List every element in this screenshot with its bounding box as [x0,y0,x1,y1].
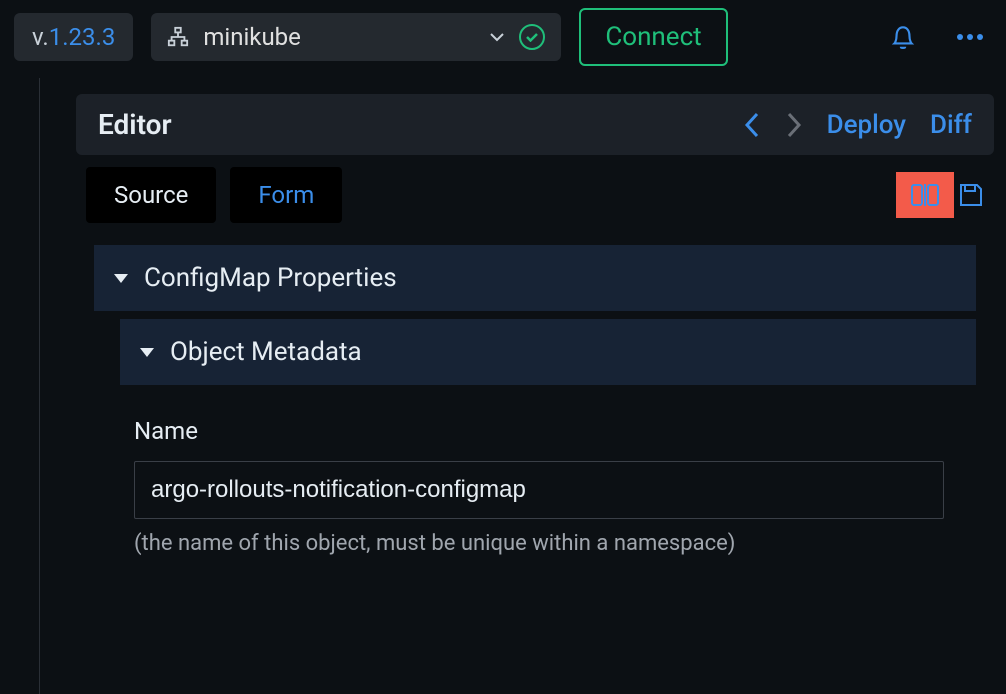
deploy-button[interactable]: Deploy [827,110,906,140]
sidebar-gutter [0,78,40,694]
notifications-icon[interactable] [890,23,916,51]
more-icon[interactable] [956,33,984,41]
cluster-icon [167,26,189,48]
split-view-icon[interactable] [910,182,940,208]
tab-row: Source Form [76,155,994,227]
cluster-left: minikube [167,23,301,51]
version-prefix: v. [32,23,49,51]
section-title: ConfigMap Properties [144,263,397,293]
split-view-highlight [896,172,954,218]
version-number: 1.23.3 [49,23,116,51]
connect-button[interactable]: Connect [579,8,727,66]
top-bar: v.1.23.3 minikube Connect [0,0,1006,78]
status-ok-icon [519,24,545,50]
diff-button[interactable]: Diff [930,110,972,140]
form-body: ConfigMap Properties Object Metadata Nam… [76,227,994,556]
cluster-right [489,24,545,50]
nav-back-icon[interactable] [743,111,761,139]
tab-form[interactable]: Form [230,167,342,223]
top-right [890,23,992,51]
editor-title: Editor [98,108,172,141]
chevron-down-icon [489,32,505,42]
section-configmap-properties[interactable]: ConfigMap Properties [94,245,976,311]
name-input[interactable] [134,461,944,519]
field-name-block: Name (the name of this object, must be u… [134,393,976,556]
tab-right-tools [896,172,984,218]
field-name-help: (the name of this object, must be unique… [134,531,976,556]
section-object-metadata[interactable]: Object Metadata [120,319,976,385]
editor-header: Editor Deploy Diff [76,94,994,155]
field-name-label: Name [134,417,976,445]
cluster-selector[interactable]: minikube [151,13,561,61]
save-icon[interactable] [958,182,984,208]
cluster-name: minikube [203,23,301,51]
editor-header-right: Deploy Diff [743,110,972,140]
chevron-down-icon [114,274,128,283]
main-area: Editor Deploy Diff Source Form [0,78,1006,694]
version-pill[interactable]: v.1.23.3 [14,13,133,61]
tab-source[interactable]: Source [86,167,216,223]
nav-forward-icon [785,111,803,139]
content: Editor Deploy Diff Source Form [40,78,1006,694]
section-title: Object Metadata [170,337,362,367]
chevron-down-icon [140,348,154,357]
